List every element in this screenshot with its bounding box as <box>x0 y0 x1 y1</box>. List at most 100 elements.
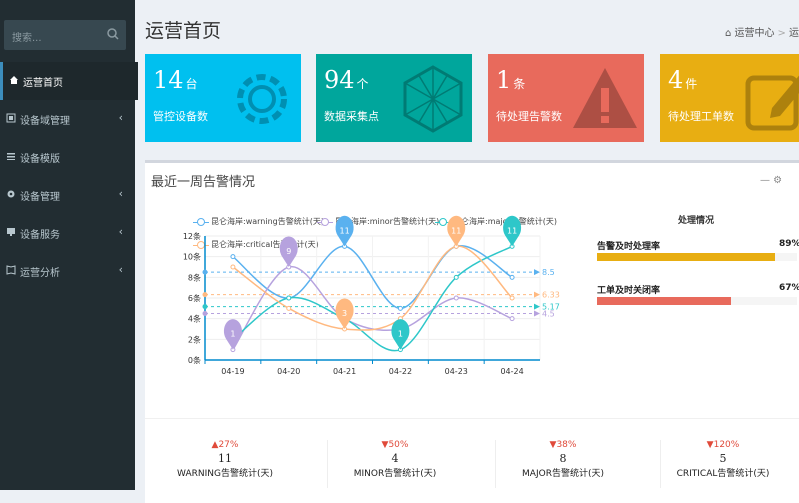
progress-fill <box>597 297 731 305</box>
alarm-panel: 最近一周告警情况 — ⚙ 昆仑海岸:warning告警统计(天) 昆仑海岸:mi… <box>145 160 799 503</box>
average-arrow <box>534 269 540 276</box>
search-icon[interactable] <box>106 27 120 41</box>
x-tick-label: 04-22 <box>389 367 412 376</box>
x-tick-label: 04-23 <box>445 367 468 376</box>
average-label: 8.5 <box>542 268 555 277</box>
y-tick-label: 10条 <box>183 252 201 262</box>
y-tick-label: 0条 <box>188 355 201 365</box>
marker-pin: 11 <box>503 215 522 247</box>
marker-pin: 11 <box>447 215 466 247</box>
stat-number: 4件 <box>668 66 698 94</box>
marker-pin: 1 <box>223 319 242 350</box>
page-title: 运营首页 <box>145 20 222 42</box>
stat-label: 管控设备数 <box>153 110 208 123</box>
divider <box>145 418 799 419</box>
progress-value: 89% <box>779 239 799 249</box>
polygon-icon <box>403 65 463 133</box>
sidebar-item-label: 运营首页 <box>23 78 63 89</box>
data-point <box>509 274 515 280</box>
average-arrow <box>534 303 540 310</box>
chevron-left-icon: ‹ <box>118 111 123 124</box>
marker-pin-label: 1 <box>398 330 403 339</box>
stat-name: MAJOR告警统计(天) <box>522 469 604 479</box>
stat-critical: ▼120% 5 CRITICAL告警统计(天) <box>643 440 799 479</box>
breadcrumb-current: 运营 <box>788 28 799 39</box>
stat-name: CRITICAL告警统计(天) <box>676 469 770 479</box>
stat-value: 11 <box>218 452 232 465</box>
stat-number: 94 个 <box>324 66 369 94</box>
stat-box-alarms[interactable]: 1条 待处理告警数 <box>488 54 644 142</box>
stat-major: ▼38% 8 MAJOR告警统计(天) <box>483 440 643 479</box>
sidebar-item-analysis[interactable]: 运营分析 ‹ <box>0 252 135 290</box>
progress-fill <box>597 253 775 261</box>
marker-pin-label: 9 <box>286 247 291 256</box>
x-tick-label: 04-19 <box>221 367 244 376</box>
average-arrow <box>534 310 540 317</box>
average-start-point <box>202 304 208 310</box>
stat-name: WARNING告警统计(天) <box>177 469 273 479</box>
data-point <box>286 305 292 311</box>
data-point <box>453 274 459 280</box>
search-input[interactable]: 搜索... <box>4 20 126 50</box>
panel-tools[interactable]: — ⚙ <box>760 175 782 186</box>
stat-label: 待处理工单数 <box>668 110 734 123</box>
stat-box-datapoints[interactable]: 94 个 数据采集点 <box>316 54 472 142</box>
sidebar-item-service[interactable]: 设备服务 ‹ <box>0 214 135 252</box>
sidebar-item-home[interactable]: 运营首页 <box>0 62 138 100</box>
network-icon <box>6 113 16 123</box>
data-point <box>509 316 515 322</box>
stat-minor: ▼50% 4 MINOR告警统计(天) <box>315 440 475 479</box>
breadcrumb: ⌂ 运营中心>运营 <box>725 24 799 39</box>
average-label: 6.33 <box>542 291 560 300</box>
sidebar-item-label: 设备模版 <box>20 154 60 165</box>
progress-bar <box>597 253 797 261</box>
sidebar-item-device[interactable]: 设备管理 ‹ <box>0 176 135 214</box>
marker-pin: 9 <box>279 236 298 267</box>
marker-pin-label: 11 <box>339 226 349 235</box>
data-point <box>286 295 292 301</box>
progress-label: 工单及时关闭率 <box>597 286 661 296</box>
stat-value: 8 <box>559 452 567 465</box>
average-label: 5.17 <box>542 303 560 312</box>
sidebar-item-label: 运营分析 <box>20 268 60 279</box>
marker-pin-label: 11 <box>451 226 461 235</box>
stat-value: 5 <box>719 452 727 465</box>
edit-icon <box>745 75 799 131</box>
average-arrow <box>534 291 540 298</box>
sidebar-item-label: 设备管理 <box>20 192 60 203</box>
data-point <box>509 295 515 301</box>
stat-number: 14 台 <box>153 66 198 94</box>
marker-pin-label: 3 <box>342 309 347 318</box>
stat-name: MINOR告警统计(天) <box>353 469 437 479</box>
gear-icon <box>237 74 287 124</box>
chevron-left-icon: ‹ <box>118 263 123 276</box>
breadcrumb-home[interactable]: 运营中心 <box>735 28 775 39</box>
stat-label: 数据采集点 <box>324 110 379 123</box>
stat-value: 4 <box>391 452 399 465</box>
home-icon: ⌂ <box>725 28 732 39</box>
x-tick-label: 04-21 <box>333 367 356 376</box>
y-tick-label: 2条 <box>188 334 201 344</box>
book-icon <box>6 265 16 275</box>
y-tick-label: 6条 <box>188 293 201 303</box>
stat-box-workorders[interactable]: 4件 待处理工单数 <box>660 54 799 142</box>
list-icon <box>7 153 15 160</box>
sidebar-item-template[interactable]: 设备模版 <box>0 138 135 176</box>
chevron-left-icon: ‹ <box>118 187 123 200</box>
monitor-icon <box>7 228 15 236</box>
stat-box-devices[interactable]: 14 台 管控设备数 <box>145 54 301 142</box>
x-tick-label: 04-24 <box>500 367 523 376</box>
data-point <box>230 264 236 270</box>
warning-icon <box>573 68 637 128</box>
search-placeholder: 搜索... <box>12 33 42 44</box>
progress-title: 处理情况 <box>678 216 715 226</box>
data-point <box>397 305 403 311</box>
marker-pin-label: 11 <box>507 226 517 235</box>
home-icon <box>10 76 18 84</box>
marker-pin: 3 <box>335 298 354 329</box>
sidebar-item-label: 设备域管理 <box>20 116 70 127</box>
y-tick-label: 8条 <box>188 272 201 282</box>
sidebar-item-domain[interactable]: 设备域管理 ‹ <box>0 100 135 138</box>
breadcrumb-separator: > <box>777 28 786 39</box>
stat-warning: ▲27% 11 WARNING告警统计(天) <box>145 440 305 479</box>
